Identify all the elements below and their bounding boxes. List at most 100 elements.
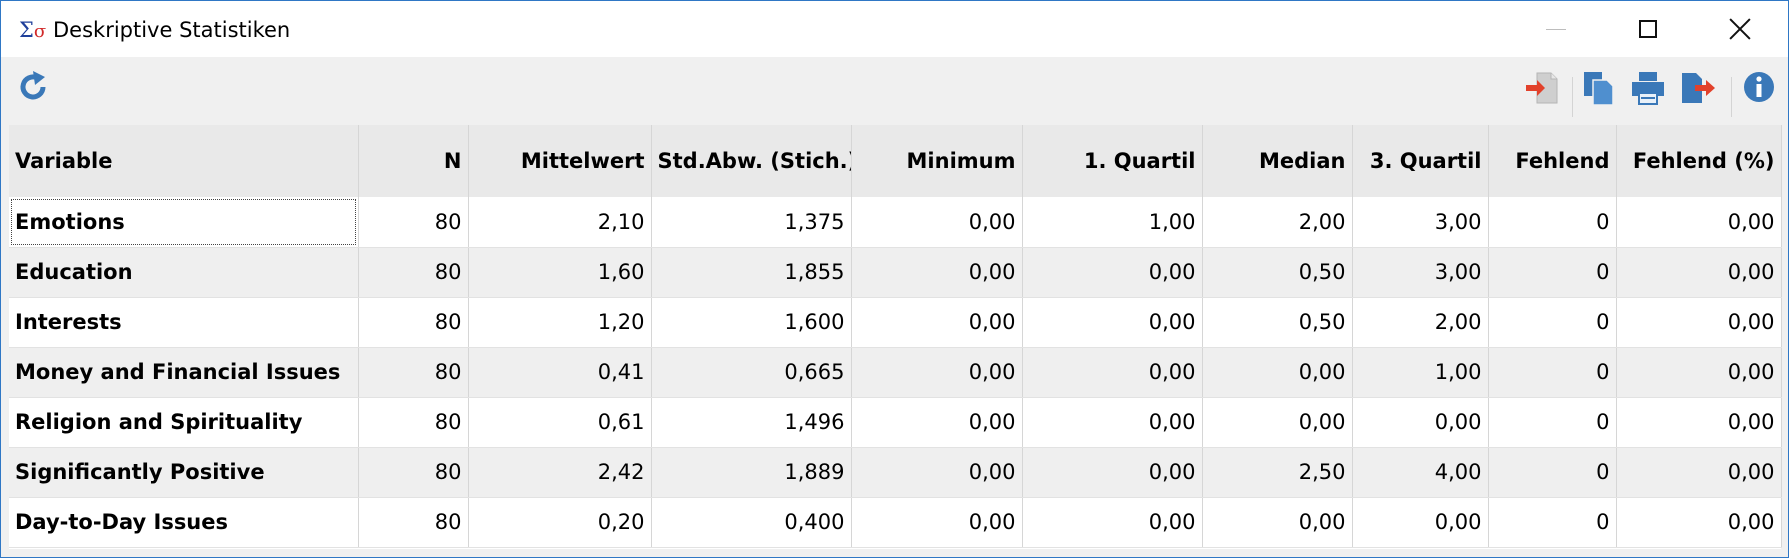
cell-variable[interactable]: Religion and Spirituality <box>9 397 359 448</box>
cell-n[interactable]: 80 <box>358 297 469 348</box>
cell-median[interactable]: 0,00 <box>1202 497 1353 548</box>
cell-median[interactable]: 0,00 <box>1202 397 1353 448</box>
table-row[interactable]: Interests 80 1,20 1,600 0,00 0,00 0,50 2… <box>9 297 1782 348</box>
cell-fehlend[interactable]: 0 <box>1488 447 1617 498</box>
table-row[interactable]: Education 80 1,60 1,855 0,00 0,00 0,50 3… <box>9 247 1782 298</box>
cell-minimum[interactable]: 0,00 <box>851 397 1023 448</box>
close-button[interactable] <box>1694 1 1786 57</box>
cell-variable[interactable]: Emotions <box>9 197 359 248</box>
cell-fehlend-prozent[interactable]: 0,00 <box>1616 297 1782 348</box>
cell-variable[interactable]: Education <box>9 247 359 298</box>
cell-fehlend[interactable]: 0 <box>1488 397 1617 448</box>
cell-std-abw[interactable]: 1,855 <box>651 247 852 298</box>
cell-median[interactable]: 0,50 <box>1202 297 1353 348</box>
cell-variable[interactable]: Significantly Positive <box>9 447 359 498</box>
cell-minimum[interactable]: 0,00 <box>851 447 1023 498</box>
info-icon[interactable] <box>1741 69 1777 105</box>
window-title: Deskriptive Statistiken <box>53 18 291 42</box>
cell-quartil-1[interactable]: 0,00 <box>1022 397 1203 448</box>
cell-mittelwert[interactable]: 1,60 <box>468 247 652 298</box>
cell-quartil-3[interactable]: 4,00 <box>1352 447 1489 498</box>
cell-n[interactable]: 80 <box>358 347 469 398</box>
cell-fehlend-prozent[interactable]: 0,00 <box>1616 497 1782 548</box>
cell-mittelwert[interactable]: 0,20 <box>468 497 652 548</box>
cell-fehlend[interactable]: 0 <box>1488 497 1617 548</box>
column-header-minimum[interactable]: Minimum <box>851 125 1023 197</box>
cell-minimum[interactable]: 0,00 <box>851 497 1023 548</box>
maximize-button[interactable] <box>1602 1 1694 57</box>
print-icon[interactable] <box>1629 69 1667 107</box>
cell-std-abw[interactable]: 1,375 <box>651 197 852 248</box>
column-header-mittelwert[interactable]: Mittelwert <box>468 125 652 197</box>
cell-quartil-1[interactable]: 0,00 <box>1022 447 1203 498</box>
cell-quartil-3[interactable]: 2,00 <box>1352 297 1489 348</box>
cell-quartil-3[interactable]: 0,00 <box>1352 497 1489 548</box>
cell-median[interactable]: 2,50 <box>1202 447 1353 498</box>
cell-mittelwert[interactable]: 2,10 <box>468 197 652 248</box>
cell-mittelwert[interactable]: 2,42 <box>468 447 652 498</box>
cell-fehlend[interactable]: 0 <box>1488 197 1617 248</box>
cell-n[interactable]: 80 <box>358 497 469 548</box>
export-icon[interactable] <box>1679 69 1719 107</box>
cell-mittelwert[interactable]: 1,20 <box>468 297 652 348</box>
cell-n[interactable]: 80 <box>358 247 469 298</box>
minimize-button[interactable] <box>1510 1 1602 57</box>
cell-n[interactable]: 80 <box>358 397 469 448</box>
cell-std-abw[interactable]: 1,496 <box>651 397 852 448</box>
cell-fehlend-prozent[interactable]: 0,00 <box>1616 397 1782 448</box>
cell-quartil-1[interactable]: 1,00 <box>1022 197 1203 248</box>
cell-quartil-3[interactable]: 3,00 <box>1352 197 1489 248</box>
table-row[interactable]: Religion and Spirituality 80 0,61 1,496 … <box>9 397 1782 448</box>
maximize-icon <box>1639 20 1657 38</box>
cell-quartil-1[interactable]: 0,00 <box>1022 347 1203 398</box>
column-header-variable[interactable]: Variable <box>9 125 359 197</box>
cell-quartil-1[interactable]: 0,00 <box>1022 497 1203 548</box>
cell-mittelwert[interactable]: 0,41 <box>468 347 652 398</box>
column-header-std-abw[interactable]: Std.Abw. (Stich.) <box>651 125 852 197</box>
column-header-median[interactable]: Median <box>1202 125 1353 197</box>
cell-quartil-3[interactable]: 1,00 <box>1352 347 1489 398</box>
cell-std-abw[interactable]: 1,889 <box>651 447 852 498</box>
cell-quartil-3[interactable]: 0,00 <box>1352 397 1489 448</box>
close-icon <box>1729 18 1751 40</box>
refresh-icon[interactable] <box>15 69 51 105</box>
cell-fehlend-prozent[interactable]: 0,00 <box>1616 447 1782 498</box>
table-row[interactable]: Emotions 80 2,10 1,375 0,00 1,00 2,00 3,… <box>9 197 1782 248</box>
copy-icon[interactable] <box>1581 69 1617 107</box>
cell-variable[interactable]: Interests <box>9 297 359 348</box>
import-icon[interactable] <box>1523 69 1561 107</box>
cell-quartil-1[interactable]: 0,00 <box>1022 297 1203 348</box>
column-header-fehlend-prozent[interactable]: Fehlend (%) <box>1616 125 1782 197</box>
table-row[interactable]: Day-to-Day Issues 80 0,20 0,400 0,00 0,0… <box>9 497 1782 548</box>
cell-median[interactable]: 0,50 <box>1202 247 1353 298</box>
table-row[interactable]: Significantly Positive 80 2,42 1,889 0,0… <box>9 447 1782 498</box>
cell-variable[interactable]: Day-to-Day Issues <box>9 497 359 548</box>
cell-variable[interactable]: Money and Financial Issues <box>9 347 359 398</box>
cell-fehlend[interactable]: 0 <box>1488 297 1617 348</box>
cell-fehlend[interactable]: 0 <box>1488 247 1617 298</box>
cell-std-abw[interactable]: 1,600 <box>651 297 852 348</box>
cell-n[interactable]: 80 <box>358 447 469 498</box>
cell-median[interactable]: 0,00 <box>1202 347 1353 398</box>
column-header-quartil-3[interactable]: 3. Quartil <box>1352 125 1489 197</box>
table-row[interactable]: Money and Financial Issues 80 0,41 0,665… <box>9 347 1782 398</box>
cell-minimum[interactable]: 0,00 <box>851 247 1023 298</box>
cell-mittelwert[interactable]: 0,61 <box>468 397 652 448</box>
cell-std-abw[interactable]: 0,400 <box>651 497 852 548</box>
cell-quartil-1[interactable]: 0,00 <box>1022 247 1203 298</box>
cell-minimum[interactable]: 0,00 <box>851 297 1023 348</box>
cell-fehlend-prozent[interactable]: 0,00 <box>1616 247 1782 298</box>
column-header-quartil-1[interactable]: 1. Quartil <box>1022 125 1203 197</box>
cell-quartil-3[interactable]: 3,00 <box>1352 247 1489 298</box>
column-header-fehlend[interactable]: Fehlend <box>1488 125 1617 197</box>
cell-std-abw[interactable]: 0,665 <box>651 347 852 398</box>
cell-minimum[interactable]: 0,00 <box>851 347 1023 398</box>
table-header-row: Variable N Mittelwert Std.Abw. (Stich.) … <box>9 125 1782 197</box>
cell-minimum[interactable]: 0,00 <box>851 197 1023 248</box>
cell-n[interactable]: 80 <box>358 197 469 248</box>
cell-fehlend-prozent[interactable]: 0,00 <box>1616 197 1782 248</box>
cell-median[interactable]: 2,00 <box>1202 197 1353 248</box>
cell-fehlend-prozent[interactable]: 0,00 <box>1616 347 1782 398</box>
cell-fehlend[interactable]: 0 <box>1488 347 1617 398</box>
column-header-n[interactable]: N <box>358 125 469 197</box>
